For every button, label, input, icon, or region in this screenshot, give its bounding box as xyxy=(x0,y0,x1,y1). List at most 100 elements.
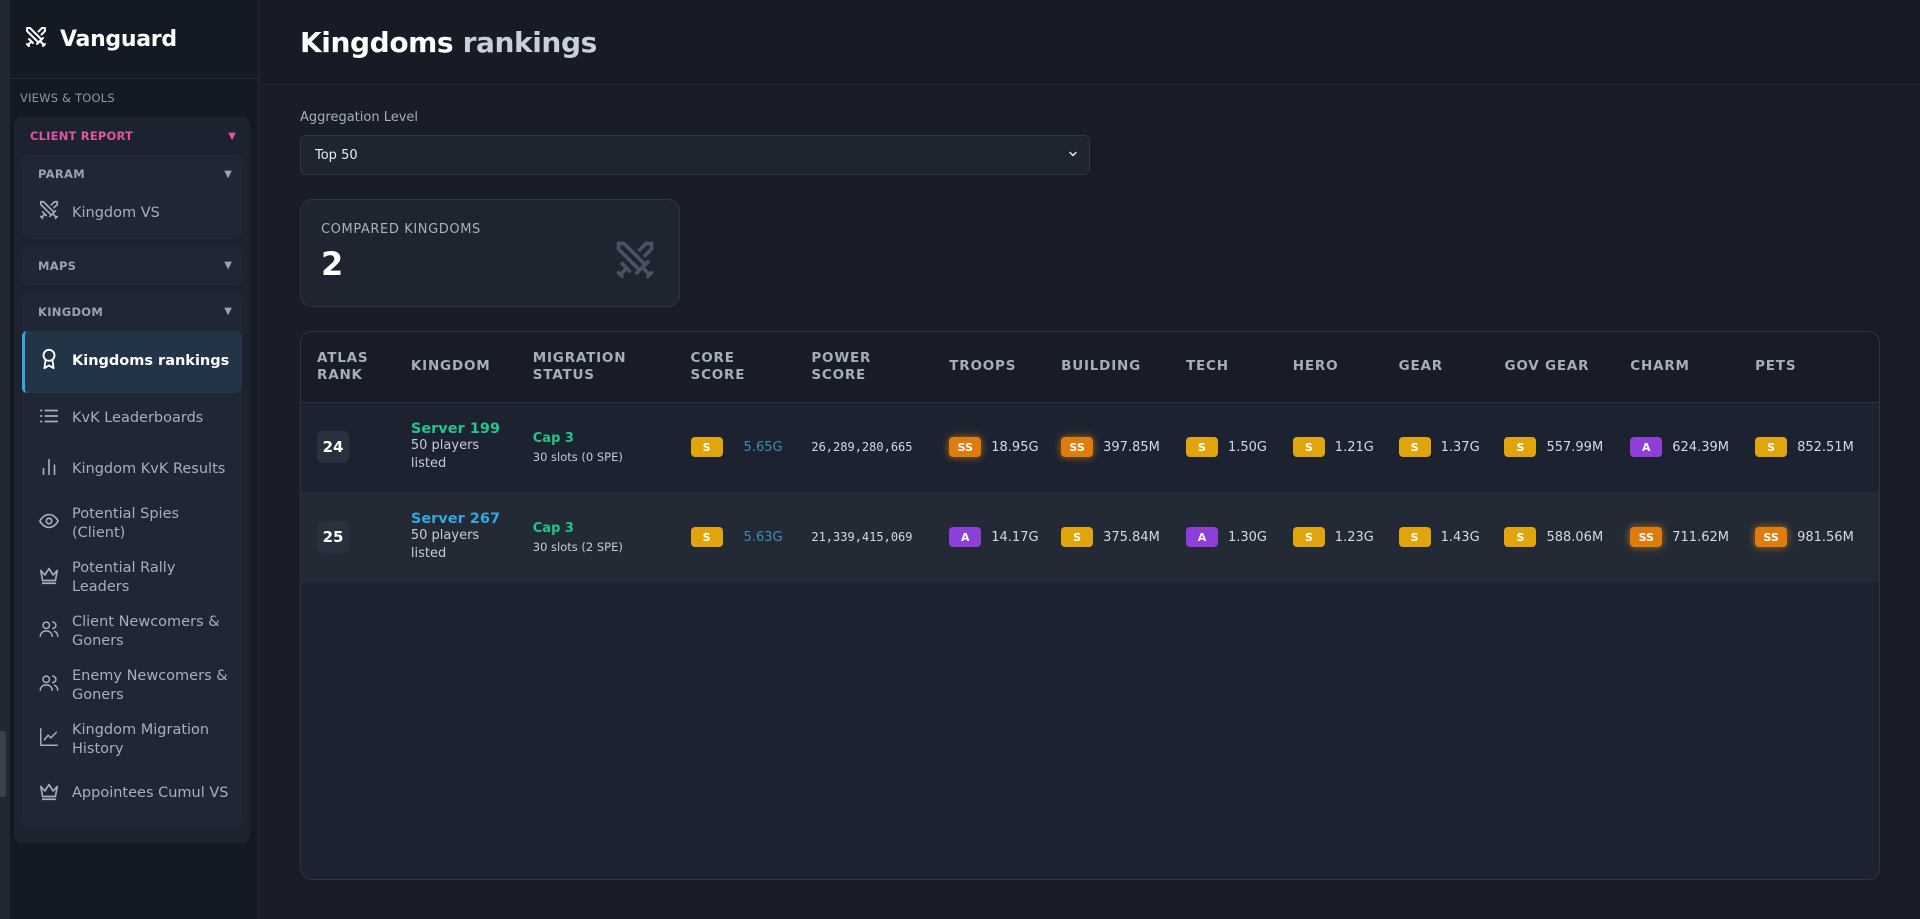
tier-badge: SS xyxy=(1755,527,1788,547)
param-toggle[interactable]: PARAM ▼ xyxy=(22,155,242,193)
crown-icon xyxy=(38,564,72,592)
award-icon xyxy=(38,348,72,376)
troops-value: 14.17G xyxy=(991,529,1039,545)
col-header-power-score[interactable]: POWER SCORE xyxy=(811,332,950,403)
stat-value: 2 xyxy=(321,245,344,283)
sidebar-item-label: Kingdoms rankings xyxy=(72,353,230,370)
tier-badge: S xyxy=(1061,527,1094,547)
maps-group: MAPS ▼ xyxy=(22,246,242,285)
col-header-pets[interactable]: PETS xyxy=(1755,332,1879,403)
app-name: Vanguard xyxy=(60,26,177,52)
client-report-toggle[interactable]: CLIENT REPORT ▼ xyxy=(14,117,250,155)
sidebar-item-potential-spies[interactable]: Potential Spies (Client) xyxy=(22,499,242,549)
caret-down-icon: ▼ xyxy=(224,168,232,180)
kingdom-players-suffix: listed xyxy=(410,456,447,472)
gutter-scroll-thumb[interactable] xyxy=(0,731,6,797)
page-title-rest: rankings xyxy=(462,25,598,59)
sidebar: Vanguard VIEWS & TOOLS CLIENT REPORT ▼ P… xyxy=(10,0,259,919)
tech-value: 1.50G xyxy=(1227,439,1267,455)
maps-toggle[interactable]: MAPS ▼ xyxy=(22,247,242,285)
col-header-core-score[interactable]: CORE SCORE xyxy=(690,332,812,403)
kingdom-label: KINGDOM xyxy=(38,304,104,319)
page-header: Kingdoms rankings xyxy=(260,0,1920,85)
kingdom-players: 50 players xyxy=(410,437,480,453)
charm-value: 711.62M xyxy=(1672,529,1729,545)
building-value: 397.85M xyxy=(1103,439,1160,455)
tier-badge: A xyxy=(949,527,982,547)
col-header-kingdom[interactable]: KINGDOM xyxy=(410,332,533,403)
hero-value: 1.21G xyxy=(1334,439,1374,455)
col-header-gov-gear[interactable]: GOV GEAR xyxy=(1504,332,1631,403)
tier-badge: SS xyxy=(1061,437,1094,458)
brand[interactable]: Vanguard xyxy=(10,0,258,79)
table-row[interactable]: 24 Server 199 50 players listed Cap 3 30… xyxy=(301,402,1879,492)
col-header-gear[interactable]: GEAR xyxy=(1398,332,1505,403)
aggregation-level-select[interactable]: Top 50 xyxy=(300,135,1090,175)
sidebar-item-label: Client Newcomers & Goners xyxy=(72,614,220,649)
swords-icon xyxy=(38,199,72,227)
table-row[interactable]: 25 Server 267 50 players listed Cap 3 30… xyxy=(301,492,1879,582)
page-title: Kingdoms rankings xyxy=(300,26,597,59)
tier-badge: SS xyxy=(949,437,982,458)
chevron-down-icon xyxy=(1067,148,1079,163)
sidebar-item-enemy-newcomers-goners[interactable]: Enemy Newcomers & Goners xyxy=(22,661,242,711)
sidebar-item-potential-rally-leaders[interactable]: Potential Rally Leaders xyxy=(22,553,242,603)
sidebar-item-kvk-leaderboards[interactable]: KvK Leaderboards xyxy=(22,397,242,441)
sidebar-item-client-newcomers-goners[interactable]: Client Newcomers & Goners xyxy=(22,607,242,657)
aggregation-level-value: Top 50 xyxy=(315,147,358,163)
gear-value: 1.37G xyxy=(1440,439,1480,455)
sidebar-item-kingdoms-rankings[interactable]: Kingdoms rankings xyxy=(22,330,242,393)
tier-badge: S xyxy=(690,437,723,458)
col-header-troops[interactable]: TROOPS xyxy=(949,332,1062,403)
param-label: PARAM xyxy=(38,167,85,181)
sidebar-item-label: Potential Rally Leaders xyxy=(72,560,176,595)
tier-badge: S xyxy=(1185,437,1218,458)
migration-cap: Cap 3 xyxy=(532,430,574,446)
caret-down-icon: ▼ xyxy=(224,260,232,271)
page-title-main: Kingdoms xyxy=(300,25,454,59)
gear-value: 1.43G xyxy=(1440,529,1480,545)
tier-badge: S xyxy=(1755,437,1788,458)
col-header-building[interactable]: BUILDING xyxy=(1061,332,1186,403)
tier-badge: A xyxy=(1630,437,1663,458)
sidebar-item-kingdom-vs[interactable]: Kingdom VS xyxy=(22,193,242,239)
pets-value: 852.51M xyxy=(1797,439,1854,455)
eye-icon xyxy=(38,510,72,538)
col-header-hero[interactable]: HERO xyxy=(1292,332,1399,403)
rank-badge: 25 xyxy=(317,521,349,553)
tier-badge: S xyxy=(1292,527,1325,547)
tier-badge: A xyxy=(1185,527,1218,547)
kingdom-name[interactable]: Server 199 xyxy=(411,421,533,437)
sidebar-item-appointees-cumul-vs[interactable]: Appointees Cumul VS xyxy=(22,769,242,819)
sidebar-item-label: Enemy Newcomers & Goners xyxy=(72,668,228,703)
tier-badge: S xyxy=(690,527,723,547)
sidebar-item-label: Kingdom KvK Results xyxy=(72,461,226,478)
users-icon xyxy=(38,618,72,646)
list-icon xyxy=(38,405,72,433)
kingdom-name[interactable]: Server 267 xyxy=(411,511,533,527)
window-gutter xyxy=(0,0,10,919)
col-header-charm[interactable]: CHARM xyxy=(1630,332,1756,403)
kingdom-players-suffix: listed xyxy=(410,546,447,561)
sidebar-item-kingdom-migration-history[interactable]: Kingdom Migration History xyxy=(22,715,242,765)
tier-badge: S xyxy=(1398,437,1431,458)
power-score-value: 21,339,415,069 xyxy=(811,529,913,544)
bar-chart-icon xyxy=(38,456,72,484)
caret-down-icon: ▼ xyxy=(228,130,236,142)
sidebar-item-kingdom-kvk-results[interactable]: Kingdom KvK Results xyxy=(22,445,242,495)
main-content: Kingdoms rankings Aggregation Level Top … xyxy=(260,0,1920,919)
col-header-atlas-rank[interactable]: ATLAS RANK xyxy=(301,332,411,403)
param-group: PARAM ▼ Kingdom VS xyxy=(22,155,242,239)
client-report-group: CLIENT REPORT ▼ PARAM ▼ Kingdom VS MAPS xyxy=(14,117,250,843)
tier-badge: S xyxy=(1398,527,1431,547)
line-chart-icon xyxy=(38,726,72,754)
gov-gear-value: 588.06M xyxy=(1546,529,1604,545)
sidebar-item-label: Potential Spies (Client) xyxy=(72,506,180,541)
col-header-tech[interactable]: TECH xyxy=(1185,332,1293,403)
table-header-row: ATLAS RANK KINGDOM MIGRATION STATUS CORE SC… xyxy=(301,332,1879,403)
col-header-migration-status[interactable]: MIGRATION STATUS xyxy=(532,332,691,403)
section-label-views-tools: VIEWS & TOOLS xyxy=(20,91,115,105)
kingdom-toggle[interactable]: KINGDOM ▼ xyxy=(22,293,242,331)
building-value: 375.84M xyxy=(1103,529,1160,545)
power-score-value: 26,289,280,665 xyxy=(811,439,913,454)
